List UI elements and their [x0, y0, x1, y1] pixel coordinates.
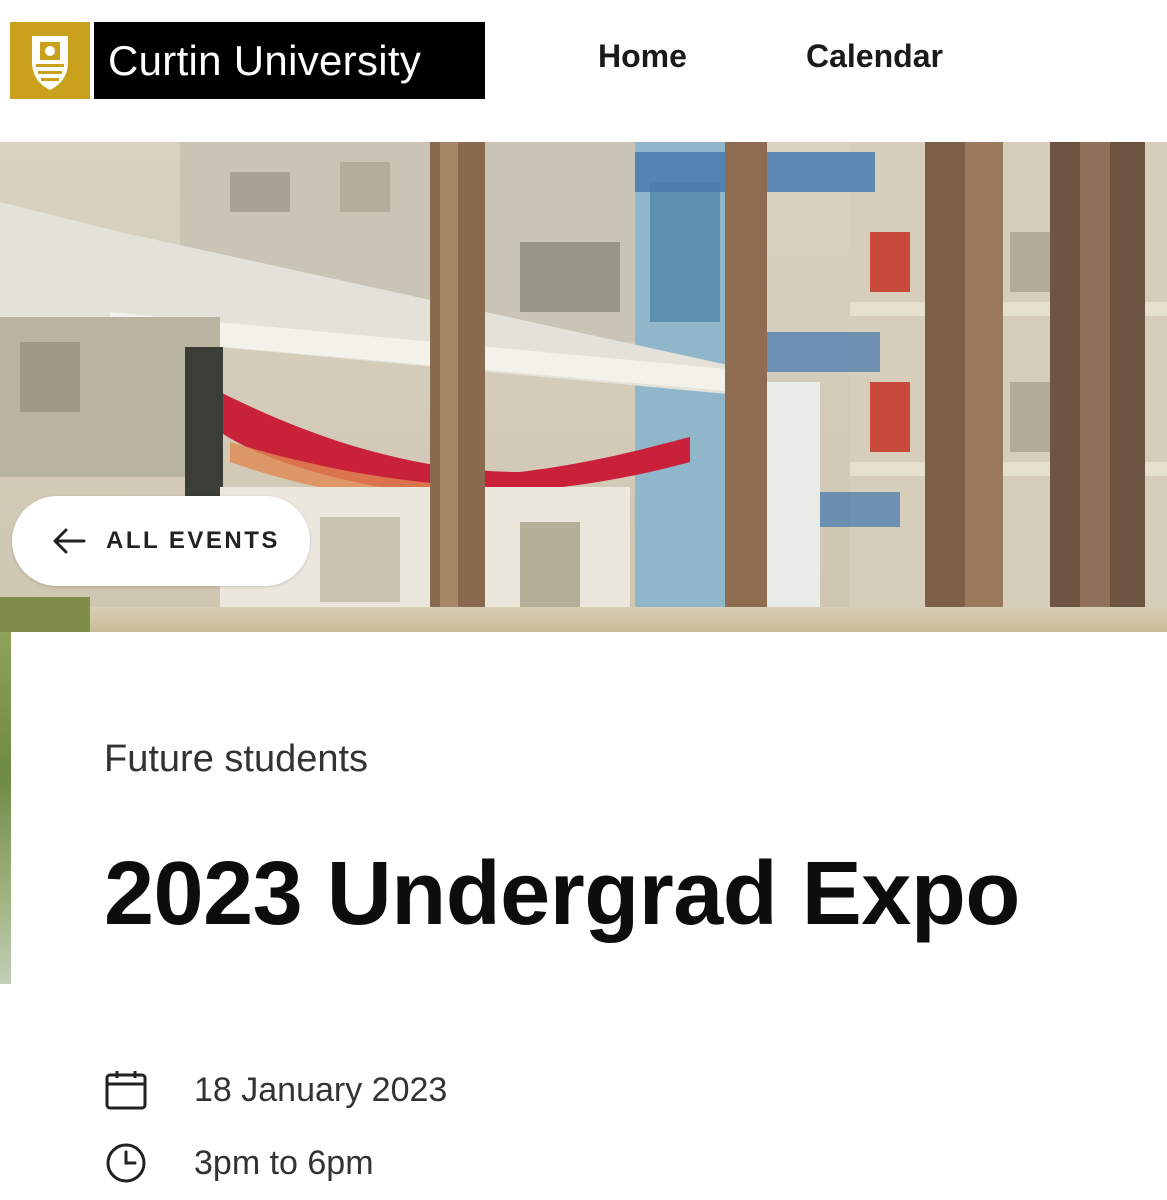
- nav-home-link[interactable]: Home: [598, 38, 687, 75]
- event-title: 2023 Undergrad Expo: [104, 844, 1020, 944]
- arrow-left-icon: [50, 526, 88, 556]
- edge-image-strip: [0, 632, 11, 984]
- curtin-shield-icon: [10, 22, 90, 99]
- curtin-logo[interactable]: Curtin University: [10, 22, 485, 99]
- brand-name: Curtin University: [94, 22, 485, 99]
- event-time: 3pm to 6pm: [194, 1143, 374, 1182]
- calendar-icon: [104, 1068, 148, 1112]
- event-date: 18 January 2023: [194, 1070, 448, 1109]
- all-events-label: ALL EVENTS: [106, 527, 280, 554]
- site-header: Curtin University Home Calendar: [0, 0, 1167, 142]
- nav-calendar-link[interactable]: Calendar: [806, 38, 943, 75]
- clock-icon: [104, 1141, 148, 1185]
- event-category: Future students: [104, 738, 369, 780]
- all-events-button[interactable]: ALL EVENTS: [12, 496, 310, 586]
- event-date-row: 18 January 2023: [104, 1068, 447, 1112]
- event-time-row: 3pm to 6pm: [104, 1141, 374, 1185]
